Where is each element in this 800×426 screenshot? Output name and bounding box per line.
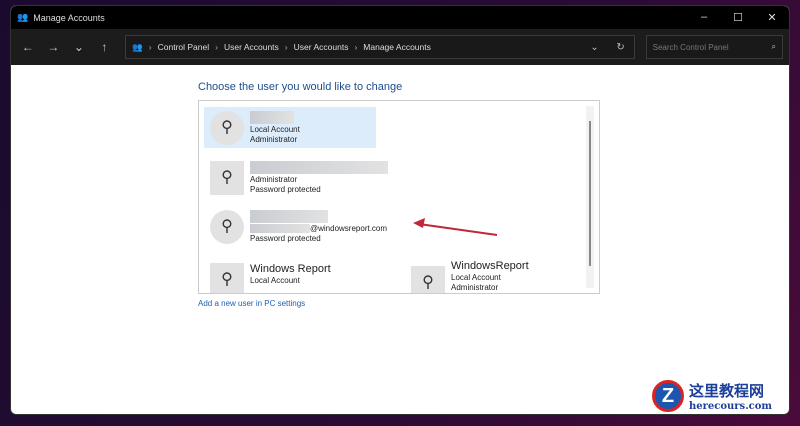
account-name: WindowsReport [451, 260, 529, 272]
breadcrumb-manage-accounts[interactable]: Manage Accounts [363, 42, 431, 52]
add-new-user-link[interactable]: Add a new user in PC settings [198, 299, 305, 308]
user-avatar-icon: ⚲ [210, 210, 244, 244]
user-list: ⚲ Local Account Administrator ⚲ Administ… [198, 100, 600, 294]
page-title: Choose the user you would like to change [198, 81, 403, 93]
account-status: Password protected [250, 185, 321, 194]
user-item[interactable]: ⚲ Windows Report Local Account [204, 259, 337, 293]
watermark-url: herecours.com [689, 401, 773, 412]
navigation-toolbar: ← → ⌄ ↑ 👥 › Control Panel › User Accounts … [11, 29, 789, 65]
redacted-name [250, 111, 294, 124]
maximize-button[interactable]: ☐ [721, 11, 755, 24]
account-role: Administrator [250, 135, 298, 144]
manage-accounts-window: 👥 Manage Accounts – ☐ ✕ ← → ⌄ ↑ 👥 › Contr… [10, 5, 790, 415]
account-name: Windows Report [250, 263, 331, 275]
scrollbar[interactable] [586, 106, 594, 288]
breadcrumb-control-panel[interactable]: Control Panel [158, 42, 210, 52]
user-item[interactable]: ⚲ Local Account Administrator [204, 107, 376, 148]
account-role: Administrator [250, 175, 298, 184]
search-placeholder: Search Control Panel [652, 42, 729, 52]
z-logo-icon: Z [652, 380, 684, 412]
forward-button[interactable]: → [43, 40, 65, 54]
account-status: Password protected [250, 234, 321, 243]
refresh-button[interactable]: ↻ [608, 42, 634, 53]
user-avatar-icon: ⚲ [210, 111, 244, 145]
search-input[interactable]: Search Control Panel ⌕ [645, 35, 783, 59]
account-type: Local Account [250, 125, 300, 134]
account-email: @windowsreport.com [310, 224, 388, 233]
content-area: Choose the user you would like to change… [11, 65, 789, 414]
back-button[interactable]: ← [17, 40, 39, 54]
scrollbar-thumb[interactable] [589, 121, 591, 266]
user-item[interactable]: ⚲ WindowsReport Local Account Administra… [405, 256, 535, 293]
red-arrow-annotation [413, 218, 498, 236]
close-button[interactable]: ✕ [755, 11, 789, 24]
redacted-name [250, 161, 388, 174]
user-avatar-icon: ⚲ [210, 263, 244, 293]
control-panel-icon: 👥 [132, 41, 143, 52]
up-button[interactable]: ↑ [94, 40, 116, 54]
address-bar[interactable]: 👥 › Control Panel › User Accounts › User Ac… [125, 35, 635, 59]
user-item[interactable]: ⚲ Administrator Password protected [204, 157, 394, 199]
recent-locations-button[interactable]: ⌄ [68, 40, 90, 54]
minimize-button[interactable]: – [687, 11, 721, 24]
watermark-logo: Z 这里教程网 herecours.com [652, 380, 772, 412]
breadcrumb-user-accounts[interactable]: User Accounts [224, 42, 279, 52]
watermark-title: 这里教程网 [689, 382, 765, 400]
window-title: Manage Accounts [33, 12, 105, 23]
address-dropdown-button[interactable]: ⌄ [582, 42, 608, 53]
title-bar: 👥 Manage Accounts – ☐ ✕ [11, 6, 789, 29]
users-icon: 👥 [17, 12, 29, 22]
account-type: Local Account [250, 276, 300, 285]
account-type: Local Account [451, 273, 501, 282]
breadcrumb-user-accounts-2[interactable]: User Accounts [294, 42, 349, 52]
redacted-name [250, 210, 328, 223]
user-avatar-icon: ⚲ [210, 161, 244, 195]
user-item[interactable]: ⚲ @windowsreport.com Password protected [204, 206, 393, 248]
account-role: Administrator [451, 283, 499, 292]
search-icon[interactable]: ⌕ [772, 42, 776, 52]
user-avatar-icon: ⚲ [411, 266, 445, 293]
